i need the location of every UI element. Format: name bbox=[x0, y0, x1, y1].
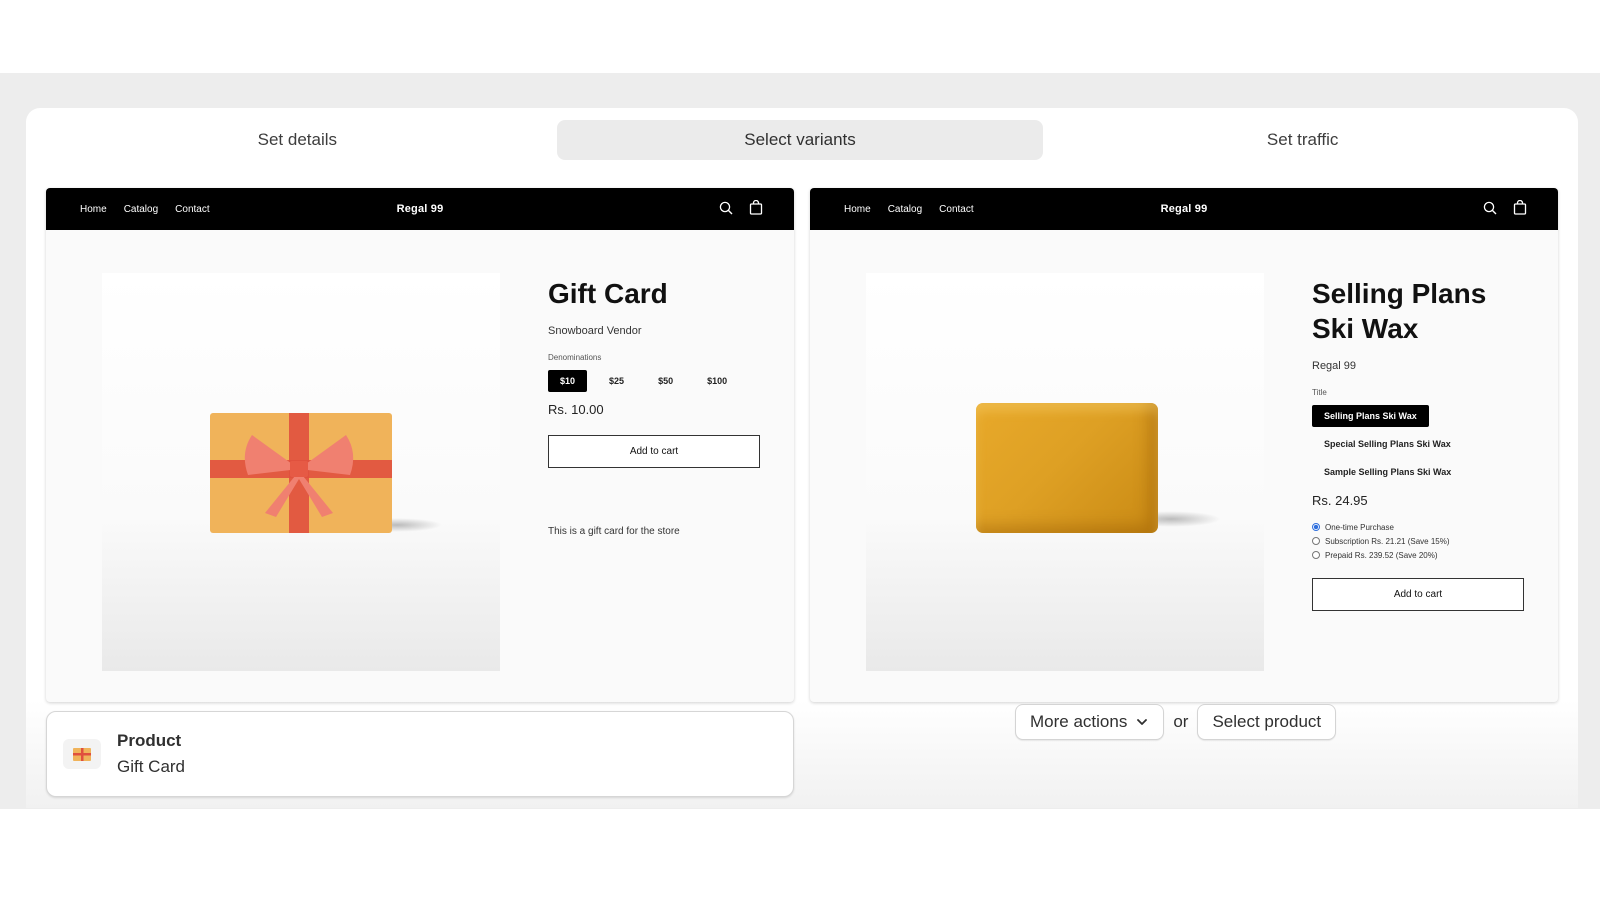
product-price: Rs. 10.00 bbox=[548, 402, 604, 417]
product-info: Gift Card Snowboard Vendor Denominations… bbox=[548, 276, 768, 537]
radio-one-time[interactable] bbox=[1312, 523, 1320, 531]
product-price: Rs. 24.95 bbox=[1312, 493, 1368, 508]
more-actions-button[interactable]: More actions bbox=[1015, 704, 1165, 740]
purchase-options: One-time Purchase Subscription Rs. 21.21… bbox=[1312, 520, 1532, 562]
purchase-option-row: One-time Purchase bbox=[1312, 520, 1532, 534]
product-field-label: Product bbox=[117, 731, 182, 750]
store-navbar: Home Catalog Contact Regal 99 bbox=[810, 188, 1558, 230]
product-title: Selling Plans Ski Wax bbox=[1312, 278, 1487, 344]
purchase-option-label: Subscription Rs. 21.21 (Save 15%) bbox=[1325, 536, 1450, 546]
step-set-traffic[interactable]: Set traffic bbox=[1059, 120, 1546, 160]
nav-link-catalog[interactable]: Catalog bbox=[124, 204, 158, 215]
nav-links: Home Catalog Contact bbox=[844, 204, 974, 215]
store-brand[interactable]: Regal 99 bbox=[397, 203, 444, 215]
nav-link-catalog[interactable]: Catalog bbox=[888, 204, 922, 215]
purchase-option-label: Prepaid Rs. 239.52 (Save 20%) bbox=[1325, 550, 1438, 560]
variant-preview-b: Home Catalog Contact Regal 99 Selling Pl… bbox=[810, 188, 1558, 702]
radio-subscription[interactable] bbox=[1312, 537, 1320, 545]
search-icon[interactable] bbox=[718, 200, 734, 216]
variant-preview-a: Home Catalog Contact Regal 99 Gift Card … bbox=[46, 188, 794, 702]
add-to-cart-button[interactable]: Add to cart bbox=[548, 435, 760, 468]
option-label: Denominations bbox=[548, 353, 602, 362]
store-brand[interactable]: Regal 99 bbox=[1161, 203, 1208, 215]
product-field-text: Product Gift Card bbox=[117, 731, 185, 777]
action-bar: More actions or Select product bbox=[1015, 704, 1337, 740]
option-pill[interactable]: $50 bbox=[646, 370, 685, 392]
option-pill-selected[interactable]: Selling Plans Ski Wax bbox=[1312, 405, 1429, 427]
nav-icons bbox=[1482, 200, 1528, 216]
product-field-value: Gift Card bbox=[117, 757, 186, 776]
product-info: Selling Plans Ski Wax Regal 99 Title Sel… bbox=[1312, 276, 1532, 611]
add-to-cart-button[interactable]: Add to cart bbox=[1312, 578, 1524, 611]
ski-wax-image bbox=[976, 403, 1158, 533]
title-options: Selling Plans Ski Wax Special Selling Pl… bbox=[1312, 405, 1532, 483]
purchase-option-row: Prepaid Rs. 239.52 (Save 20%) bbox=[1312, 548, 1532, 562]
search-icon[interactable] bbox=[1482, 200, 1498, 216]
option-pill-selected[interactable]: $10 bbox=[548, 370, 588, 392]
cart-icon[interactable] bbox=[1512, 200, 1528, 216]
nav-link-home[interactable]: Home bbox=[80, 204, 107, 215]
gift-card-image bbox=[210, 413, 392, 533]
product-image bbox=[102, 273, 500, 671]
step-set-details[interactable]: Set details bbox=[54, 120, 541, 160]
nav-links: Home Catalog Contact bbox=[80, 204, 210, 215]
nav-link-home[interactable]: Home bbox=[844, 204, 871, 215]
product-vendor: Snowboard Vendor bbox=[548, 325, 642, 337]
product-description: This is a gift card for the store bbox=[548, 526, 680, 537]
product-title: Gift Card bbox=[548, 278, 668, 309]
product-field[interactable]: Product Gift Card bbox=[46, 711, 794, 797]
option-label: Title bbox=[1312, 388, 1327, 397]
purchase-option-row: Subscription Rs. 21.21 (Save 15%) bbox=[1312, 534, 1532, 548]
denomination-options: $10 $25 $50 $100 bbox=[548, 370, 768, 392]
or-separator: or bbox=[1173, 712, 1189, 731]
option-pill[interactable]: $100 bbox=[695, 370, 739, 392]
step-select-variants[interactable]: Select variants bbox=[556, 120, 1044, 160]
product-image bbox=[866, 273, 1264, 671]
purchase-option-label: One-time Purchase bbox=[1325, 522, 1394, 532]
nav-icons bbox=[718, 200, 764, 216]
product-vendor: Regal 99 bbox=[1312, 360, 1357, 372]
nav-link-contact[interactable]: Contact bbox=[175, 204, 209, 215]
select-product-button[interactable]: Select product bbox=[1197, 704, 1337, 740]
cart-icon[interactable] bbox=[748, 200, 764, 216]
option-pill[interactable]: Special Selling Plans Ski Wax bbox=[1312, 433, 1463, 455]
chevron-down-icon bbox=[1137, 719, 1148, 725]
more-actions-label: More actions bbox=[1030, 712, 1128, 731]
nav-link-contact[interactable]: Contact bbox=[939, 204, 973, 215]
stepper: Set details Select variants Set traffic bbox=[46, 120, 1554, 160]
store-navbar: Home Catalog Contact Regal 99 bbox=[46, 188, 794, 230]
option-pill[interactable]: $25 bbox=[597, 370, 636, 392]
radio-prepaid[interactable] bbox=[1312, 551, 1320, 559]
gift-card-thumbnail-icon bbox=[63, 739, 101, 769]
option-pill[interactable]: Sample Selling Plans Ski Wax bbox=[1312, 461, 1463, 483]
